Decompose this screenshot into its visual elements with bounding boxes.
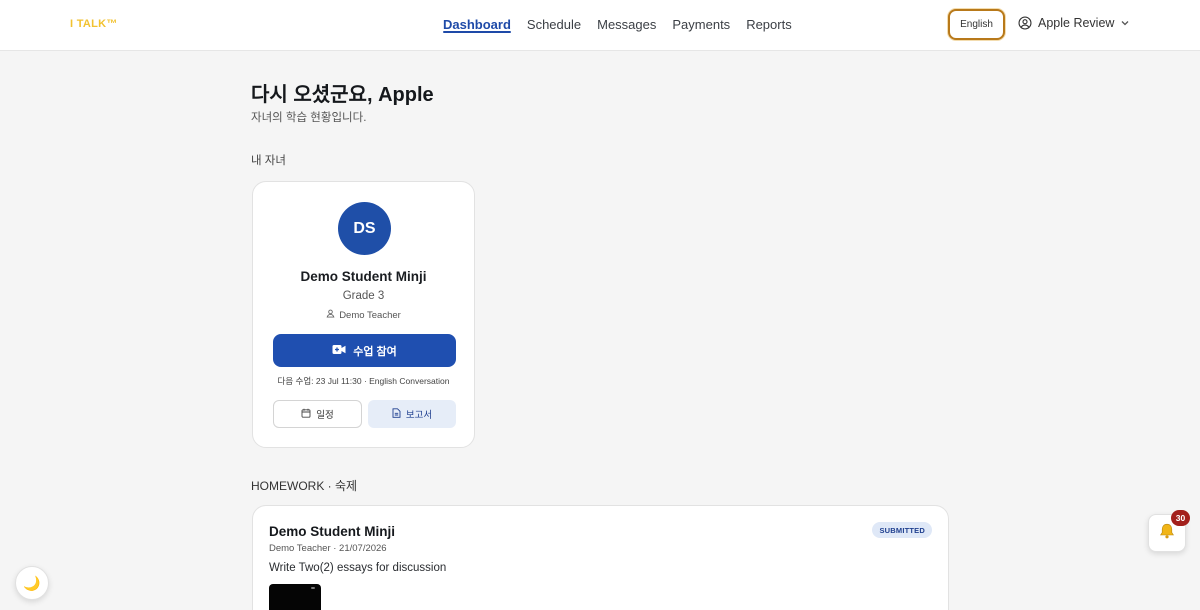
calendar-icon [301, 408, 311, 421]
join-class-button[interactable]: 수업 참여 [273, 334, 456, 367]
dark-mode-toggle[interactable]: 🌙 [15, 566, 49, 600]
teacher-line: Demo Teacher [253, 309, 474, 321]
children-section-label: 내 자녀 [251, 155, 286, 167]
nav-schedule[interactable]: Schedule [527, 0, 581, 48]
homework-meta: Demo Teacher · 21/07/2026 [269, 543, 387, 554]
report-label: 보고서 [405, 410, 433, 421]
student-name: Demo Student Minji [300, 269, 427, 284]
moon-icon: 🌙 [23, 574, 41, 591]
status-badge: SUBMITTED [872, 522, 932, 538]
person-icon [326, 309, 335, 321]
homework-student-name: Demo Student Minji [269, 524, 395, 539]
page-title: 다시 오셨군요, Apple [251, 84, 434, 106]
report-button[interactable]: 보고서 [368, 400, 456, 428]
teacher-name: Demo Teacher [339, 309, 401, 321]
nav-payments[interactable]: Payments [672, 0, 730, 48]
bell-icon [1158, 522, 1176, 545]
child-card: DS Demo Student Minji Grade 3 Demo Teach… [252, 181, 475, 448]
card-actions: 일정 보고서 [273, 400, 456, 428]
main-nav: Dashboard Schedule Messages Payments Rep… [443, 0, 792, 51]
student-grade: Grade 3 [342, 290, 385, 302]
nav-messages[interactable]: Messages [597, 0, 656, 48]
user-menu[interactable]: Apple Review [1018, 16, 1130, 30]
homework-section-label: HOMEWORK · 숙제 [251, 479, 358, 493]
user-circle-icon [1018, 16, 1032, 30]
nav-reports[interactable]: Reports [746, 0, 792, 48]
page-subtitle: 자녀의 학습 현황입니다. [251, 112, 367, 124]
document-icon [392, 407, 401, 421]
notification-count-badge: 30 [1171, 510, 1190, 526]
top-navigation-bar: I TALK™ Dashboard Schedule Messages Paym… [0, 0, 1200, 51]
schedule-button[interactable]: 일정 [273, 400, 362, 428]
app-logo[interactable]: I TALK™ [70, 18, 118, 30]
chevron-down-icon [1120, 18, 1130, 28]
schedule-label: 일정 [316, 410, 334, 421]
homework-card[interactable]: Demo Student Minji Demo Teacher · 21/07/… [252, 505, 949, 610]
next-class-info: 다음 수업: 23 Jul 11:30 · English Conversati… [277, 376, 450, 386]
homework-attachment-thumbnail[interactable] [269, 584, 321, 610]
avatar: DS [338, 202, 391, 255]
homework-description: Write Two(2) essays for discussion [269, 562, 447, 574]
join-class-label: 수업 참여 [353, 345, 397, 358]
language-button[interactable]: English [948, 9, 1005, 40]
video-camera-icon [332, 344, 346, 358]
user-name: Apple Review [1038, 16, 1115, 30]
nav-dashboard[interactable]: Dashboard [443, 0, 511, 48]
